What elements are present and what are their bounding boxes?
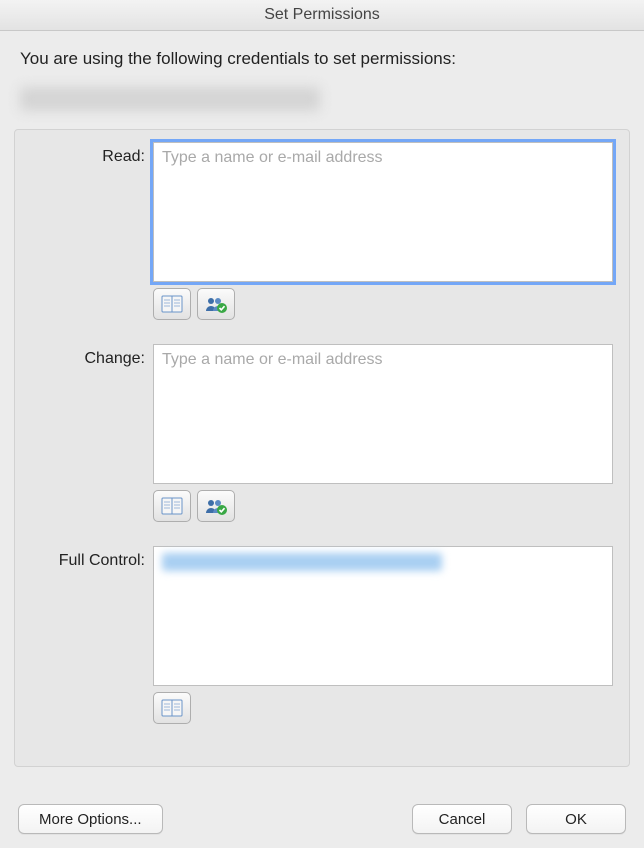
window-titlebar: Set Permissions [0, 0, 644, 31]
change-input[interactable]: Type a name or e-mail address [153, 344, 613, 484]
read-checknames-button[interactable] [197, 288, 235, 320]
dialog-footer: More Options... Cancel OK [0, 804, 644, 834]
full-control-addressbook-button[interactable] [153, 692, 191, 724]
window-title: Set Permissions [264, 6, 380, 23]
cancel-button[interactable]: Cancel [412, 804, 512, 834]
address-book-icon [161, 497, 183, 515]
full-control-label: Full Control: [25, 546, 153, 570]
check-names-icon [204, 295, 228, 313]
row-read: Read: Type a name or e-mail address [25, 142, 619, 338]
read-icon-row [153, 288, 619, 320]
permissions-panel: Read: Type a name or e-mail address [14, 129, 630, 767]
credential-value-redacted [20, 87, 320, 111]
intro-text: You are using the following credentials … [0, 49, 644, 77]
ok-button[interactable]: OK [526, 804, 626, 834]
change-icon-row [153, 490, 619, 522]
address-book-icon [161, 699, 183, 717]
address-book-icon [161, 295, 183, 313]
row-change: Change: Type a name or e-mail address [25, 344, 619, 540]
full-control-input[interactable] [153, 546, 613, 686]
read-addressbook-button[interactable] [153, 288, 191, 320]
dialog-content: You are using the following credentials … [0, 31, 644, 767]
change-label: Change: [25, 344, 153, 368]
check-names-icon [204, 497, 228, 515]
full-control-icon-row [153, 692, 619, 724]
full-control-field-col [153, 546, 619, 742]
read-field-col: Type a name or e-mail address [153, 142, 619, 338]
change-addressbook-button[interactable] [153, 490, 191, 522]
change-field-col: Type a name or e-mail address [153, 344, 619, 540]
read-placeholder: Type a name or e-mail address [162, 149, 383, 166]
row-full-control: Full Control: [25, 546, 619, 742]
change-checknames-button[interactable] [197, 490, 235, 522]
full-control-value-redacted [162, 553, 442, 571]
read-input[interactable]: Type a name or e-mail address [153, 142, 613, 282]
more-options-button[interactable]: More Options... [18, 804, 163, 834]
change-placeholder: Type a name or e-mail address [162, 351, 383, 368]
read-label: Read: [25, 142, 153, 166]
